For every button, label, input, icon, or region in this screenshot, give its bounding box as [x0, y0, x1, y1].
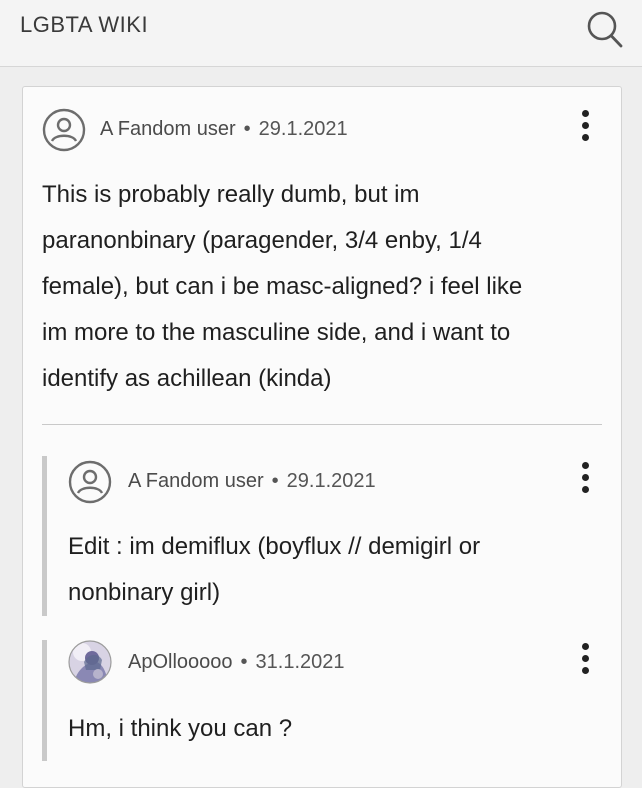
- more-options-icon[interactable]: [582, 643, 592, 677]
- site-title[interactable]: LGBTA WIKI: [20, 12, 148, 38]
- reply-text-line: nonbinary girl): [68, 579, 221, 606]
- post-date: 29.1.2021: [258, 118, 348, 140]
- meta-separator: •: [240, 651, 248, 673]
- meta-separator: •: [243, 118, 251, 140]
- user-icon: [42, 108, 86, 152]
- more-options-icon[interactable]: [582, 462, 592, 496]
- reply-text-line: Edit : im demiflux (boyflux // demigirl …: [68, 533, 481, 560]
- divider: [42, 424, 602, 425]
- reply-date: 31.1.2021: [255, 651, 345, 673]
- search-icon[interactable]: [585, 8, 625, 50]
- reply-thread-bar: [42, 456, 47, 616]
- post-text-line: identify as achillean (kinda): [42, 365, 332, 392]
- photo-avatar[interactable]: [68, 640, 112, 684]
- more-options-icon[interactable]: [582, 110, 592, 144]
- reply-author[interactable]: A Fandom user: [128, 470, 264, 492]
- reply-body: Hm, i think you can ?: [68, 706, 292, 752]
- post-text-line: im more to the masculine side, and i wan…: [42, 319, 511, 346]
- reply-thread-bar: [42, 640, 47, 761]
- reply-text-line: Hm, i think you can ?: [68, 715, 293, 742]
- reply-date: 29.1.2021: [286, 470, 376, 492]
- reply-meta: ApOllooooo • 31.1.2021: [128, 651, 345, 674]
- reply-meta: A Fandom user • 29.1.2021: [128, 470, 376, 493]
- post-body: This is probably really dumb, but im par…: [42, 172, 522, 402]
- post-text-line: female), but can i be masc-aligned? i fe…: [42, 273, 523, 300]
- post-meta: A Fandom user • 29.1.2021: [100, 118, 348, 141]
- top-bar: LGBTA WIKI: [0, 0, 642, 67]
- meta-separator: •: [271, 470, 279, 492]
- user-icon: [68, 460, 112, 504]
- post-text-line: This is probably really dumb, but im: [42, 181, 420, 208]
- reply-body: Edit : im demiflux (boyflux // demigirl …: [68, 524, 480, 616]
- post-author[interactable]: A Fandom user: [100, 118, 236, 140]
- post-text-line: paranonbinary (paragender, 3/4 enby, 1/4: [42, 227, 482, 254]
- reply-author[interactable]: ApOllooooo: [128, 651, 233, 673]
